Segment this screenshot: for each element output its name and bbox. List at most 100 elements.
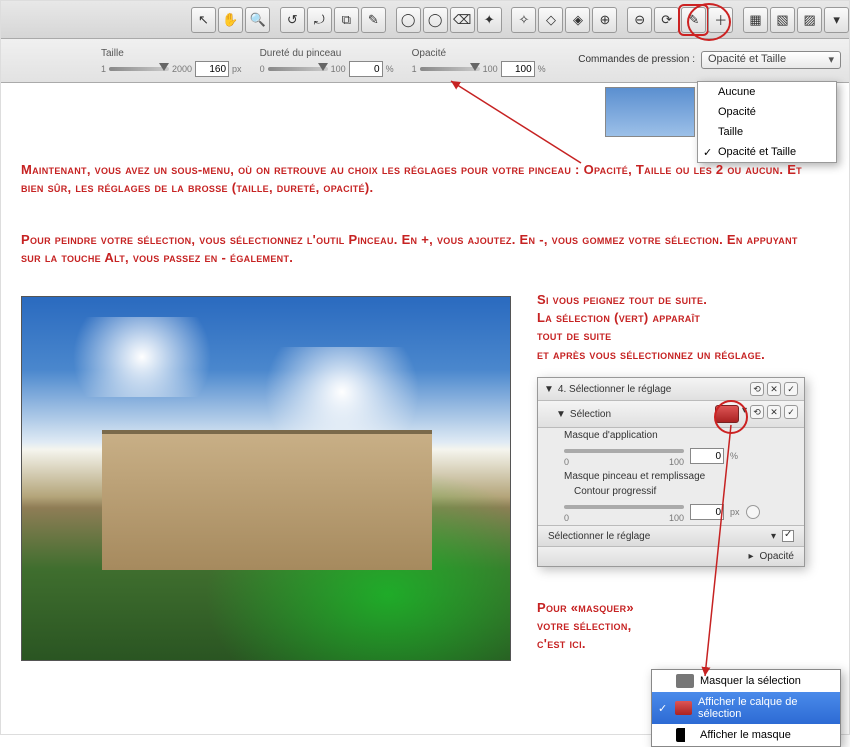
masque-app-min: 0 [564, 457, 569, 467]
radio-icon[interactable] [746, 505, 760, 519]
tool-button-8[interactable]: ◯ [423, 7, 448, 33]
masque-app-slider[interactable] [564, 449, 684, 453]
opacite-unit: % [538, 64, 546, 74]
tool-button-22[interactable]: ▾ [824, 7, 849, 33]
tool-button-12[interactable]: ◇ [538, 7, 563, 33]
tool-button-1[interactable]: ✋ [218, 7, 243, 33]
tool-button-0[interactable]: ↖ [191, 7, 216, 33]
tool-button-11[interactable]: ✧ [511, 7, 536, 33]
enable-checkbox[interactable]: ✓ [784, 382, 798, 396]
opacite-slider[interactable] [420, 67, 480, 71]
masque-app-unit: % [730, 451, 738, 461]
pressure-dropdown-menu: AucuneOpacitéTailleOpacité et Taille [697, 81, 837, 163]
ctx-item[interactable]: ✓ Afficher le calque de sélection [652, 692, 840, 724]
tool-button-9[interactable]: ⌫ [450, 7, 475, 33]
tool-button-5[interactable]: ⧉ [334, 7, 359, 33]
select-reglage-checkbox[interactable] [782, 530, 794, 542]
tool-button-21[interactable]: ▨ [797, 7, 822, 33]
close-icon[interactable]: ✕ [767, 405, 781, 419]
tool-button-20[interactable]: ▧ [770, 7, 795, 33]
pressure-dropdown[interactable]: Opacité et Taille [701, 51, 841, 69]
disclosure-triangle-icon[interactable]: ▼ [544, 384, 554, 395]
taille-input[interactable] [195, 61, 229, 77]
masque-pinceau-label: Masque pinceau et remplissage [538, 469, 804, 484]
check-icon: ✓ [658, 702, 669, 715]
sample-image [21, 296, 511, 661]
enable-checkbox[interactable]: ✓ [784, 405, 798, 419]
selection-row[interactable]: ▼ Sélection ▾ ⟲ ✕ ✓ [538, 401, 804, 428]
opacite-input[interactable] [501, 61, 535, 77]
tool-button-4[interactable]: ⤾ [307, 7, 332, 33]
disclosure-triangle-icon[interactable]: ▼ [556, 409, 566, 420]
thumbnail-icon [676, 674, 694, 688]
taille-unit: px [232, 64, 242, 74]
tool-button-10[interactable]: ✦ [477, 7, 502, 33]
pressure-label: Commandes de pression : [578, 54, 695, 65]
durete-unit: % [386, 64, 394, 74]
opacite-max: 100 [483, 64, 498, 74]
tool-button-6[interactable]: ✎ [361, 7, 386, 33]
thumbnail-icon [676, 728, 694, 742]
contour-max: 100 [669, 513, 684, 523]
expand-icon[interactable]: ▸ [749, 551, 754, 562]
masque-app-max: 100 [669, 457, 684, 467]
masque-app-label: Masque d'application [538, 428, 804, 443]
reset-icon[interactable]: ⟲ [750, 382, 764, 396]
durete-slider[interactable] [268, 67, 328, 71]
pressure-option[interactable]: Taille [698, 122, 836, 142]
opacite-group: Opacité 1 100 % [412, 48, 546, 77]
annotation-paragraph-2: Pour peindre votre sélection, vous sélec… [21, 231, 811, 267]
reset-icon[interactable]: ⟲ [750, 405, 764, 419]
taille-slider[interactable] [109, 67, 169, 71]
ctx-item[interactable]: Masquer la sélection [652, 670, 840, 692]
close-icon[interactable]: ✕ [767, 382, 781, 396]
selection-thumbnail[interactable] [715, 405, 739, 423]
opacite-label: Opacité [412, 48, 546, 59]
tool-button-16[interactable]: ⟳ [654, 7, 679, 33]
durete-max: 100 [331, 64, 346, 74]
panel-header[interactable]: ▼ 4. Sélectionner le réglage ⟲ ✕ ✓ [538, 378, 804, 401]
masque-app-input[interactable] [690, 448, 724, 464]
durete-group: Dureté du pinceau 0 100 % [260, 48, 394, 77]
panel-title: 4. Sélectionner le réglage [558, 384, 671, 395]
tool-button-17[interactable]: ✎ [681, 7, 706, 33]
tool-button-19[interactable]: ▦ [743, 7, 768, 33]
tool-button-3[interactable]: ↺ [280, 7, 305, 33]
dropdown-arrow-icon[interactable]: ▾ [742, 405, 747, 423]
options-bar: Taille 1 2000 px Dureté du pinceau 0 100… [1, 39, 849, 83]
ctx-item-label: Afficher le calque de sélection [698, 696, 834, 720]
taille-label: Taille [101, 48, 242, 59]
pressure-option[interactable]: Opacité [698, 102, 836, 122]
taille-max: 2000 [172, 64, 192, 74]
ctx-item-label: Afficher le masque [700, 729, 791, 741]
ctx-item[interactable]: Afficher le masque [652, 724, 840, 746]
select-reglage-row[interactable]: Sélectionner le réglage ▾ [538, 525, 804, 546]
main-toolbar: ↖✋🔍↺⤾⧉✎◯◯⌫✦✧◇◈⊕⊖⟳✎＋▦▧▨▾ [1, 1, 849, 39]
building-in-image [102, 430, 432, 570]
taille-group: Taille 1 2000 px [101, 48, 242, 77]
tool-button-7[interactable]: ◯ [396, 7, 421, 33]
tool-button-2[interactable]: 🔍 [245, 7, 270, 33]
dropdown-arrow-icon[interactable]: ▾ [771, 531, 776, 542]
selection-display-menu: Masquer la sélection ✓ Afficher le calque … [651, 669, 841, 747]
durete-input[interactable] [349, 61, 383, 77]
pressure-option[interactable]: Aucune [698, 82, 836, 102]
contour-input[interactable] [690, 504, 724, 520]
annotation-mask: Pour «masquer»votre sélection,c'est ici. [537, 599, 717, 654]
opacite-row[interactable]: ▸ Opacité [538, 546, 804, 566]
tool-button-14[interactable]: ⊕ [592, 7, 617, 33]
tool-button-13[interactable]: ◈ [565, 7, 590, 33]
tool-button-15[interactable]: ⊖ [627, 7, 652, 33]
thumbnail-icon [675, 701, 692, 715]
durete-label: Dureté du pinceau [260, 48, 394, 59]
annotation-side: Si vous peignez tout de suite.La sélecti… [537, 291, 837, 364]
selection-label: Sélection [570, 409, 611, 420]
contour-min: 0 [564, 513, 569, 523]
arrow-annotation-1 [281, 73, 601, 173]
adjustment-panel: ▼ 4. Sélectionner le réglage ⟲ ✕ ✓ ▼ Sél… [537, 377, 805, 567]
contour-slider[interactable] [564, 505, 684, 509]
tool-button-18[interactable]: ＋ [708, 7, 733, 33]
pressure-option[interactable]: Opacité et Taille [698, 142, 836, 162]
opacite-min: 1 [412, 64, 417, 74]
durete-min: 0 [260, 64, 265, 74]
